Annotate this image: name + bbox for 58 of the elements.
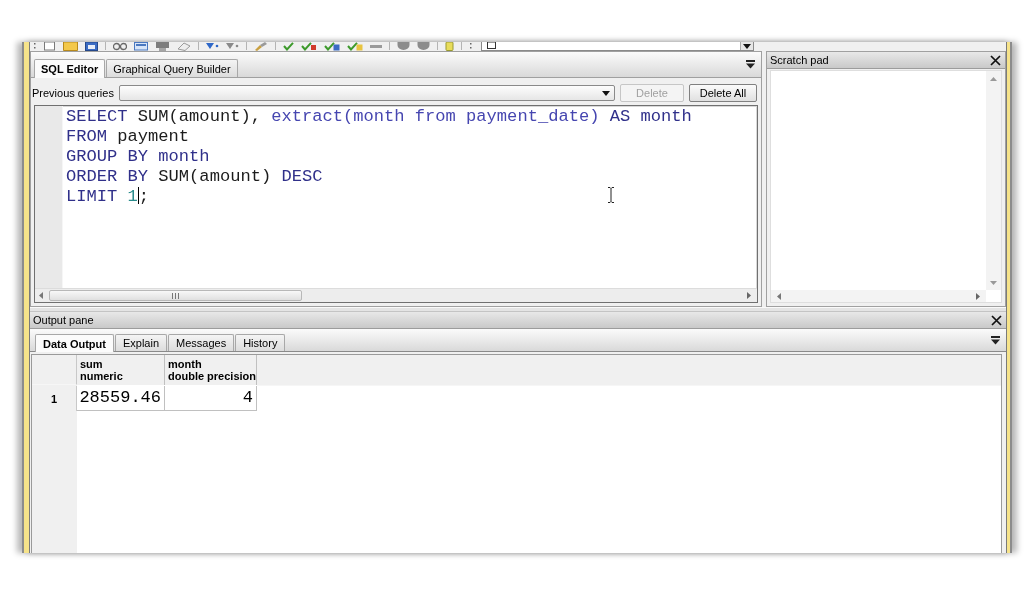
table-cell: 4 (165, 386, 257, 411)
disk-icon[interactable] (85, 42, 98, 51)
grip-icon (172, 292, 179, 299)
code-line: FROM payment (66, 127, 191, 147)
grip-icon (469, 42, 472, 51)
column-name: sum (80, 358, 104, 370)
right-arrow-icon[interactable] (747, 292, 751, 299)
caret-icon[interactable] (602, 90, 610, 96)
output-tab[interactable]: Data Output (35, 334, 114, 352)
code-line: LIMIT 1; (66, 187, 151, 207)
dropdown-arrow-icon[interactable] (990, 335, 1001, 345)
column-type: numeric (80, 370, 124, 382)
panel-title: Output pane (33, 314, 94, 326)
check-icon[interactable] (347, 42, 363, 51)
delete-all-button[interactable]: Delete All (689, 84, 757, 102)
text-cursor-icon (607, 187, 615, 203)
output-tab[interactable]: Messages (168, 334, 235, 351)
glasses-icon[interactable] (113, 42, 127, 51)
down-triangle-icon[interactable] (226, 42, 239, 51)
close-icon[interactable] (991, 314, 1002, 326)
dropdown-arrow-icon[interactable] (745, 60, 756, 69)
editor-tab[interactable]: SQL Editor (34, 59, 106, 78)
up-arrow-icon[interactable] (990, 77, 997, 81)
code-editor[interactable]: SELECT SUM(amount), extract(month from payment_date) AS month FROM payment GROUP BY month ORDER BY SUM(amount) DESC LIMIT 1; (34, 105, 758, 303)
column-header[interactable]: month double precision (165, 355, 257, 385)
close-icon[interactable] (990, 54, 1001, 66)
code-line: GROUP BY month (66, 147, 211, 167)
window-icon[interactable] (134, 42, 148, 51)
cylinder-icon[interactable] (445, 42, 454, 51)
left-arrow-icon[interactable] (39, 292, 43, 299)
block-icon[interactable] (155, 42, 170, 51)
output-tab[interactable]: History (235, 334, 286, 351)
panel-title: Scratch pad (770, 54, 829, 66)
horizontal-scrollbar[interactable] (35, 288, 757, 302)
down-triangle-icon[interactable] (206, 42, 219, 51)
table-cell: 28559.46 (77, 386, 165, 411)
horizontal-scrollbar[interactable] (771, 290, 986, 302)
right-arrow-icon[interactable] (976, 292, 980, 300)
grip-icon (33, 42, 36, 51)
code-line: ORDER BY SUM(amount) DESC (66, 167, 324, 187)
previous-queries-label: Previous queries (32, 87, 114, 99)
column-header[interactable]: sum numeric (77, 355, 165, 385)
check-icon[interactable] (324, 42, 340, 51)
check-icon[interactable] (283, 42, 294, 51)
left-arrow-icon[interactable] (777, 292, 781, 300)
caret-icon[interactable] (743, 43, 751, 49)
column-type: double precision (168, 370, 256, 382)
check-icon[interactable] (301, 42, 317, 51)
minus-icon[interactable] (370, 42, 382, 51)
vertical-scrollbar[interactable] (986, 71, 1001, 290)
output-tab[interactable]: Explain (114, 334, 168, 351)
grid-corner (32, 355, 77, 385)
column-name: month (168, 358, 203, 370)
down-arrow-icon[interactable] (990, 281, 997, 285)
scrollbar-thumb[interactable] (49, 290, 302, 301)
code-line: SELECT SUM(amount), extract(month from payment_date) AS month (66, 107, 692, 127)
editor-tab[interactable]: Graphical Query Builder (106, 59, 238, 77)
brush-icon[interactable] (254, 42, 268, 51)
